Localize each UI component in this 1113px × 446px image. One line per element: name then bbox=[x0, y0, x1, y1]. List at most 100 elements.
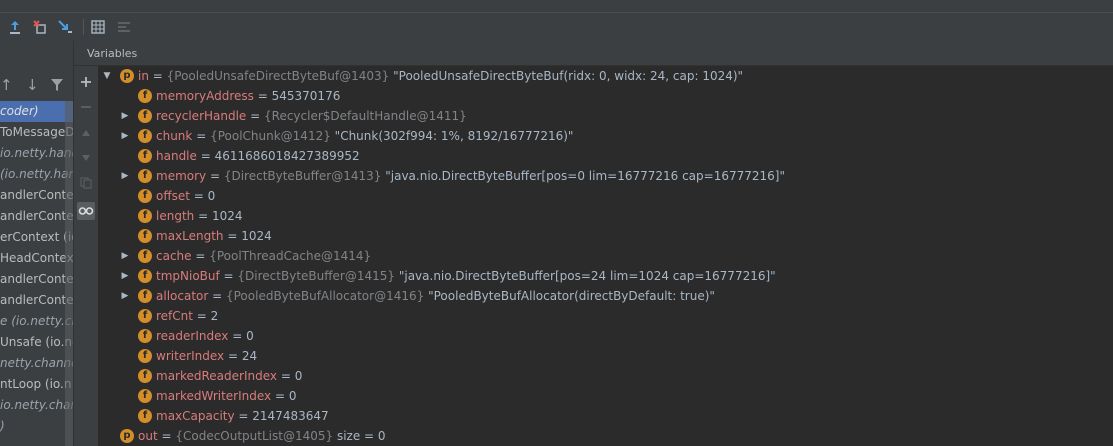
drop-frame-icon[interactable] bbox=[30, 17, 50, 37]
trace-icon[interactable] bbox=[114, 17, 134, 37]
field-icon: f bbox=[138, 189, 152, 203]
frame-item[interactable]: ) bbox=[0, 416, 73, 437]
variable-name: memory bbox=[156, 169, 207, 183]
variable-type: {PooledByteBufAllocator@1416} bbox=[225, 289, 425, 303]
field-icon: f bbox=[138, 249, 152, 263]
variable-row[interactable]: f length = 1024 bbox=[98, 206, 1108, 226]
expand-arrow-icon[interactable]: ▶ bbox=[120, 166, 130, 186]
evaluate-expression-icon[interactable] bbox=[88, 17, 108, 37]
move-down-icon[interactable] bbox=[77, 149, 95, 167]
copy-icon[interactable] bbox=[77, 174, 95, 192]
add-watch-icon[interactable] bbox=[77, 73, 95, 91]
variable-row[interactable]: ▶ f memory = {DirectByteBuffer@1413} "java… bbox=[98, 166, 1108, 186]
variable-row[interactable]: f offset = 0 bbox=[98, 186, 1108, 206]
variable-text: markedReaderIndex = 0 bbox=[156, 369, 303, 383]
variable-text: markedWriterIndex = 0 bbox=[156, 389, 297, 403]
variable-row[interactable]: f markedReaderIndex = 0 bbox=[98, 366, 1108, 386]
variable-row[interactable]: ▶ f cache = {PoolThreadCache@1414} bbox=[98, 246, 1108, 266]
frame-item[interactable]: e (io.netty.ch bbox=[0, 311, 73, 332]
variable-row[interactable]: ▶ f tmpNioBuf = {DirectByteBuffer@1415} "j… bbox=[98, 266, 1108, 286]
field-icon: f bbox=[138, 89, 152, 103]
variable-value: 0 bbox=[207, 189, 216, 203]
variable-row[interactable]: f maxLength = 1024 bbox=[98, 226, 1108, 246]
field-icon: f bbox=[138, 369, 152, 383]
variable-value: 2 bbox=[210, 309, 219, 323]
arrow-up-icon[interactable]: ↑ bbox=[0, 76, 13, 94]
expand-arrow-icon[interactable]: ▶ bbox=[120, 246, 130, 266]
frame-item[interactable]: HeadContext bbox=[0, 248, 73, 269]
show-watches-icon[interactable] bbox=[77, 202, 95, 220]
variable-row[interactable]: f readerIndex = 0 bbox=[98, 326, 1108, 346]
remove-watch-icon[interactable] bbox=[77, 98, 95, 116]
frame-item[interactable]: netty.channe bbox=[0, 353, 73, 374]
variable-text: memory = {DirectByteBuffer@1413} "java.n… bbox=[156, 169, 785, 183]
variable-text: chunk = {PoolChunk@1412} "Chunk(302f994:… bbox=[156, 129, 574, 143]
variable-value: 0 bbox=[294, 369, 303, 383]
variable-row[interactable]: f memoryAddress = 545370176 bbox=[98, 86, 1108, 106]
variable-value: "PooledByteBufAllocator(directByDefault:… bbox=[428, 289, 715, 303]
run-to-cursor-icon[interactable] bbox=[55, 17, 75, 37]
field-icon: f bbox=[138, 209, 152, 223]
step-out-icon[interactable] bbox=[5, 17, 25, 37]
frame-item[interactable]: erContext (io bbox=[0, 227, 73, 248]
variable-text: allocator = {PooledByteBufAllocator@1416… bbox=[156, 289, 715, 303]
variable-row[interactable]: ▶ f allocator = {PooledByteBufAllocator@14… bbox=[98, 286, 1108, 306]
field-icon: f bbox=[138, 109, 152, 123]
variable-row[interactable]: ▼ p in = {PooledUnsafeDirectByteBuf@1403} … bbox=[98, 66, 1108, 86]
frame-item[interactable]: io.netty.handle bbox=[0, 143, 73, 164]
variable-name: handle bbox=[156, 149, 197, 163]
variable-name: markedWriterIndex bbox=[156, 389, 272, 403]
variable-row[interactable]: f refCnt = 2 bbox=[98, 306, 1108, 326]
frame-item[interactable]: andlerContex bbox=[0, 290, 73, 311]
variable-text: maxLength = 1024 bbox=[156, 229, 272, 243]
toolbar-separator bbox=[83, 19, 84, 35]
variable-value: "PooledUnsafeDirectByteBuf(ridx: 0, widx… bbox=[393, 69, 744, 83]
field-icon: f bbox=[138, 149, 152, 163]
variable-text: refCnt = 2 bbox=[156, 309, 219, 323]
collapse-arrow-icon[interactable]: ▼ bbox=[102, 66, 112, 86]
variable-text: cache = {PoolThreadCache@1414} bbox=[156, 249, 372, 263]
variable-row[interactable]: f writerIndex = 24 bbox=[98, 346, 1108, 366]
frame-item[interactable]: ntLoop (io.n bbox=[0, 374, 73, 395]
frame-item[interactable]: andlerContex bbox=[0, 206, 73, 227]
frame-item[interactable]: ToMessageD bbox=[0, 122, 73, 143]
variable-text: offset = 0 bbox=[156, 189, 216, 203]
debugger-toolbar bbox=[0, 13, 1113, 42]
arrow-down-icon[interactable]: ↓ bbox=[26, 76, 39, 94]
frame-item[interactable]: io.netty.channe bbox=[0, 395, 73, 416]
field-icon: f bbox=[138, 409, 152, 423]
frames-scrollbar[interactable] bbox=[65, 101, 73, 446]
variable-type: {Recycler$DefaultHandle@1411} bbox=[264, 109, 467, 123]
expand-arrow-icon[interactable]: ▶ bbox=[120, 286, 130, 306]
frame-item[interactable]: andlerContex bbox=[0, 269, 73, 290]
frame-item[interactable]: coder) bbox=[0, 101, 73, 122]
frames-panel: ↑ ↓ coder)ToMessageDio.netty.handle(io.n… bbox=[0, 41, 74, 446]
expand-arrow-icon[interactable]: ▶ bbox=[120, 126, 130, 146]
variable-value: 2147483647 bbox=[252, 409, 329, 423]
variable-text: recyclerHandle = {Recycler$DefaultHandle… bbox=[156, 109, 467, 123]
variable-row[interactable]: ▶ f recyclerHandle = {Recycler$DefaultHand… bbox=[98, 106, 1108, 126]
variable-text: tmpNioBuf = {DirectByteBuffer@1415} "jav… bbox=[156, 269, 776, 283]
variable-value: "Chunk(302f994: 1%, 8192/16777216)" bbox=[334, 129, 574, 143]
variable-row[interactable]: f handle = 4611686018427389952 bbox=[98, 146, 1108, 166]
variable-row[interactable]: ▶ f chunk = {PoolChunk@1412} "Chunk(302f99… bbox=[98, 126, 1108, 146]
variable-text: length = 1024 bbox=[156, 209, 243, 223]
frame-list: coder)ToMessageDio.netty.handle(io.netty… bbox=[0, 101, 73, 437]
frame-item[interactable]: andlerContex bbox=[0, 185, 73, 206]
filter-icon[interactable] bbox=[50, 76, 64, 96]
expand-arrow-icon[interactable]: ▶ bbox=[120, 266, 130, 286]
variable-name: tmpNioBuf bbox=[156, 269, 220, 283]
variable-row[interactable]: f maxCapacity = 2147483647 bbox=[98, 406, 1108, 426]
variable-row[interactable]: f markedWriterIndex = 0 bbox=[98, 386, 1108, 406]
frame-item[interactable]: (io.netty.han bbox=[0, 164, 73, 185]
variable-type: {DirectByteBuffer@1415} bbox=[237, 269, 396, 283]
title-strip bbox=[0, 0, 1113, 13]
variable-name: writerIndex bbox=[156, 349, 225, 363]
variable-row[interactable]: p out = {CodecOutputList@1405} size = 0 bbox=[98, 426, 1108, 446]
variable-name: out bbox=[138, 429, 158, 443]
move-up-icon[interactable] bbox=[77, 124, 95, 142]
expand-arrow-icon[interactable]: ▶ bbox=[120, 106, 130, 126]
frame-item[interactable]: Unsafe (io.ne bbox=[0, 332, 73, 353]
variable-type: {PoolThreadCache@1414} bbox=[209, 249, 372, 263]
variable-name: allocator bbox=[156, 289, 209, 303]
